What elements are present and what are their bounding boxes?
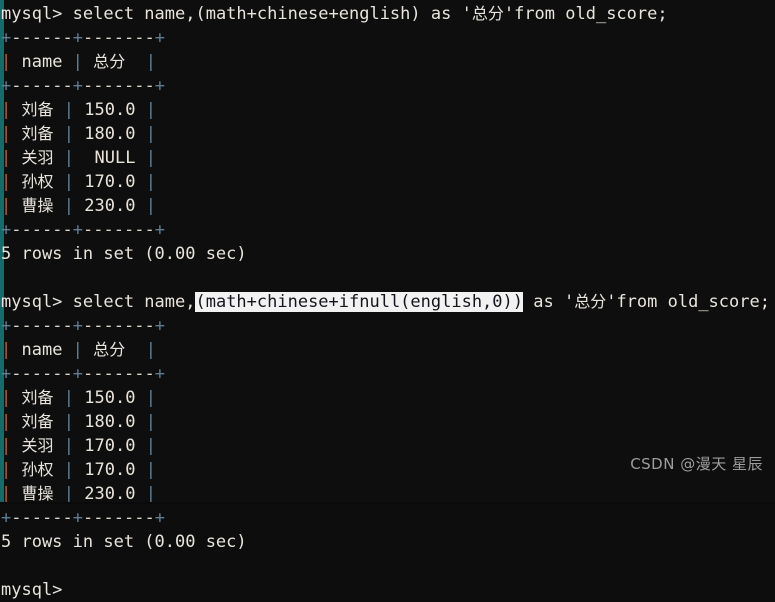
table-1-row: | 刘备 | 150.0 | [1, 100, 156, 120]
table-1-header-rule: +------+-------+ [1, 76, 165, 96]
table-1-bottom-rule: +------+-------+ [1, 220, 165, 240]
table-2-header-rule: +------+-------+ [1, 364, 165, 384]
query-1-text: select name,(math+chinese+english) as '总… [72, 4, 668, 24]
terminal-prompt-active[interactable]: mysql> [0, 578, 775, 602]
table-2-top-rule: +------+-------+ [1, 316, 165, 336]
terminal-line-command-2: mysql> select name,(math+chinese+ifnull(… [0, 290, 775, 314]
prompt-1: mysql> [1, 4, 73, 24]
terminal-window[interactable]: mysql> select name,(math+chinese+english… [0, 0, 775, 600]
table-2-header-row: | name | 总分 | [1, 340, 156, 360]
table-1-row: | 曹操 | 230.0 | [1, 196, 156, 216]
prompt-2: mysql> [1, 292, 73, 312]
terminal-screen[interactable]: mysql> select name,(math+chinese+english… [0, 0, 775, 600]
csdn-watermark: CSDN @漫天 星辰 [630, 455, 763, 473]
table-2-row: | 刘备 | 150.0 | [1, 388, 156, 408]
terminal-line-command-1: mysql> select name,(math+chinese+english… [0, 2, 775, 26]
table-1-top-rule: +------+-------+ [1, 28, 165, 48]
query-2-status: 5 rows in set (0.00 sec) [1, 532, 247, 552]
query-1-status: 5 rows in set (0.00 sec) [1, 244, 247, 264]
table-1-row: | 孙权 | 170.0 | [1, 172, 156, 192]
table-2-bottom-rule: +------+-------+ [1, 508, 165, 528]
table-2-row: | 刘备 | 180.0 | [1, 412, 156, 432]
query-2-suffix: as '总分'from old_score; [523, 292, 770, 312]
table-1-row: | 刘备 | 180.0 | [1, 124, 156, 144]
table-1-row: | 关羽 | NULL | [1, 148, 156, 168]
table-1-header-row: | name | 总分 | [1, 52, 156, 72]
query-2-prefix: select name, [72, 292, 196, 312]
highlighted-expression[interactable]: (math+chinese+ifnull(english,0)) [195, 292, 523, 312]
